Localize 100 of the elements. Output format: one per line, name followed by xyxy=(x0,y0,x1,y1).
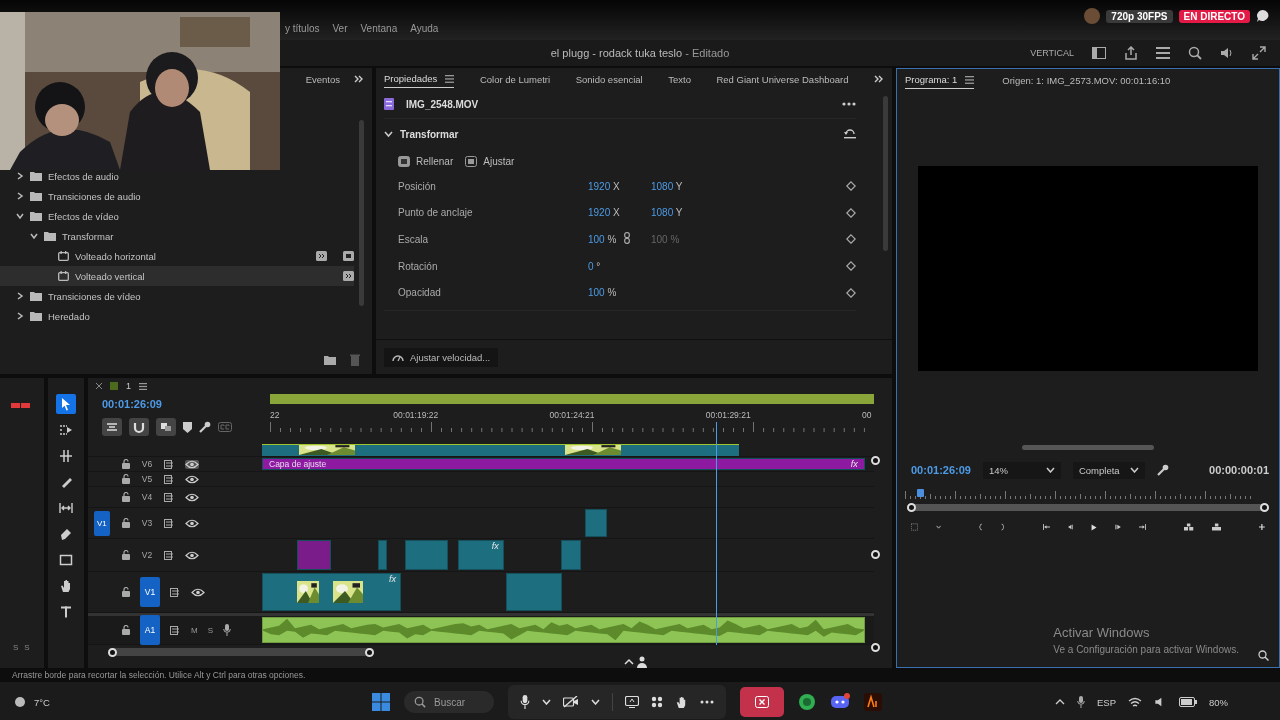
go-to-out-icon[interactable] xyxy=(1139,522,1147,532)
more-panels-icon[interactable] xyxy=(874,75,884,83)
video-clip[interactable]: fx xyxy=(457,540,504,570)
playhead-timecode[interactable]: 00:01:26:09 xyxy=(911,464,971,476)
tree-item[interactable]: Transformar xyxy=(0,226,354,246)
tree-item[interactable]: Volteado vertical xyxy=(0,266,354,286)
quality-dropdown[interactable]: Completa xyxy=(1072,461,1145,479)
panel-tab[interactable]: Color de Lumetri xyxy=(479,68,551,90)
caret-icon[interactable] xyxy=(542,699,551,705)
eye-icon[interactable] xyxy=(185,459,199,469)
video-clip[interactable] xyxy=(560,540,582,570)
video-clip[interactable]: fx xyxy=(262,573,401,611)
lock-icon[interactable] xyxy=(122,459,130,469)
wrench-icon[interactable] xyxy=(1156,464,1169,476)
scroll-handle[interactable] xyxy=(871,549,880,559)
eye-icon[interactable] xyxy=(191,587,205,597)
captions-icon[interactable] xyxy=(218,422,232,432)
track-name[interactable]: V4 xyxy=(140,492,154,502)
more-icon[interactable] xyxy=(700,700,714,704)
fit-option[interactable]: Rellenar xyxy=(398,155,454,167)
taskbar-search[interactable]: Buscar xyxy=(404,691,494,713)
chevron-up-icon[interactable] xyxy=(1054,699,1065,705)
extract-icon[interactable] xyxy=(1211,521,1221,533)
chat-icon[interactable] xyxy=(1256,9,1270,23)
track-name[interactable]: V2 xyxy=(140,550,154,560)
fullscreen-icon[interactable] xyxy=(1252,46,1266,60)
step-forward-icon[interactable] xyxy=(1115,522,1122,532)
track-name[interactable]: A1 xyxy=(140,615,160,645)
panel-tab[interactable]: Red Giant Universe Dashboard xyxy=(716,68,849,90)
eye-icon[interactable] xyxy=(185,518,199,528)
linked-selection-icon[interactable] xyxy=(156,418,176,436)
microphone-icon[interactable] xyxy=(520,695,530,709)
track-name[interactable]: V5 xyxy=(140,474,154,484)
apps-icon[interactable] xyxy=(651,696,663,708)
menu-icon[interactable] xyxy=(139,382,147,390)
snap-icon[interactable] xyxy=(129,418,149,436)
tree-item[interactable]: Transiciones de vídeo xyxy=(0,286,354,306)
audio-clip[interactable] xyxy=(262,617,865,643)
chat-app-icon[interactable] xyxy=(798,693,816,711)
panel-tab[interactable]: Eventos xyxy=(305,68,340,90)
sequence-tab[interactable]: 1 xyxy=(126,381,131,391)
caret-icon[interactable] xyxy=(591,699,600,705)
people-icon[interactable] xyxy=(624,656,650,668)
sync-lock-icon[interactable] xyxy=(164,474,175,484)
lock-icon[interactable] xyxy=(122,625,130,635)
menu-item[interactable]: y títulos xyxy=(285,23,320,34)
lock-icon[interactable] xyxy=(122,474,130,484)
keyframe-icon[interactable] xyxy=(846,207,856,218)
lift-icon[interactable] xyxy=(1184,521,1194,533)
tree-item[interactable]: Efectos de vídeo xyxy=(0,206,354,226)
fit-option[interactable]: Ajustar xyxy=(465,155,515,167)
panel-tab[interactable]: Sonido esencial xyxy=(575,68,643,90)
start-icon[interactable] xyxy=(372,693,390,711)
menu-icon[interactable] xyxy=(965,75,975,84)
tree-item[interactable]: Heredado xyxy=(0,306,354,326)
speaker-icon[interactable] xyxy=(1220,46,1234,60)
source-patch[interactable]: V1 xyxy=(94,510,110,536)
video-clip[interactable] xyxy=(405,540,449,570)
chevron-down-icon[interactable] xyxy=(16,212,24,220)
value-field[interactable]: 100 xyxy=(588,287,605,299)
mute-toggle[interactable]: M xyxy=(191,625,198,635)
scroll-handle[interactable] xyxy=(871,643,880,652)
keyframe-icon[interactable] xyxy=(846,234,856,245)
chevron-right-icon[interactable] xyxy=(16,312,24,320)
menu-item[interactable]: Ventana xyxy=(360,23,398,34)
value-field[interactable]: 100 xyxy=(588,234,605,245)
menu-item[interactable]: Ver xyxy=(332,23,348,34)
new-folder-icon[interactable] xyxy=(324,355,336,365)
video-clip[interactable] xyxy=(377,540,387,570)
lock-icon[interactable] xyxy=(122,492,130,502)
more-icon[interactable] xyxy=(842,102,856,106)
video-clip[interactable] xyxy=(585,509,608,537)
value-field[interactable]: 1080 xyxy=(651,207,674,219)
add-icon[interactable] xyxy=(1259,522,1265,532)
go-to-in-icon[interactable] xyxy=(1042,522,1050,532)
caret-icon[interactable] xyxy=(935,524,942,530)
search-icon[interactable] xyxy=(1188,46,1202,60)
panel-tab[interactable]: Programa: 1 xyxy=(905,71,975,89)
zoom-dropdown[interactable]: 14% xyxy=(982,461,1061,479)
tree-item[interactable]: Transiciones de audio xyxy=(0,186,354,206)
tree-item[interactable]: Efectos de audio xyxy=(0,166,354,186)
adjustment-clip[interactable]: Capa de ajuste fx xyxy=(262,458,865,470)
lock-icon[interactable] xyxy=(122,587,130,597)
list-icon[interactable] xyxy=(1156,47,1170,59)
speed-button[interactable]: Ajustar velocidad... xyxy=(384,347,499,367)
solo-toggle[interactable]: S xyxy=(207,625,213,635)
workspace-label[interactable]: VERTICAL xyxy=(1030,48,1074,58)
track-name[interactable]: V1 xyxy=(140,577,160,607)
panel-tab[interactable]: Texto xyxy=(668,68,691,90)
scrollbar[interactable] xyxy=(359,120,364,306)
track-name[interactable]: V3 xyxy=(140,518,154,528)
language-indicator[interactable]: ESP xyxy=(1096,696,1116,708)
zoom-scrollbar[interactable] xyxy=(108,648,374,656)
share-screen-icon[interactable] xyxy=(625,696,639,708)
chevron-right-icon[interactable] xyxy=(16,292,24,300)
tree-item[interactable]: Volteado horizontal xyxy=(0,246,354,266)
panel-tab[interactable]: Propiedades xyxy=(384,70,455,88)
link-icon[interactable] xyxy=(624,232,630,245)
sync-lock-icon[interactable] xyxy=(170,587,181,597)
marker-icon[interactable] xyxy=(183,421,192,433)
